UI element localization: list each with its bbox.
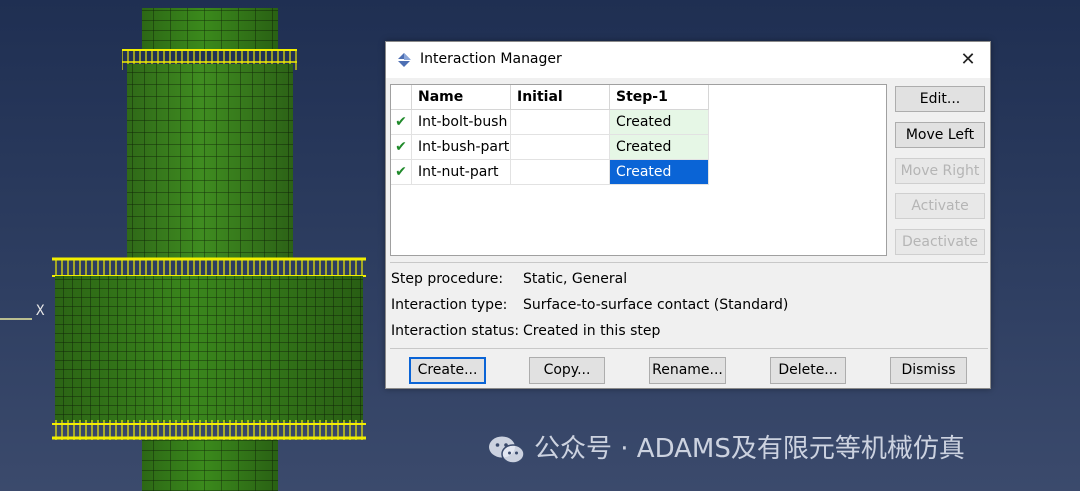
interaction-type-label: Interaction type:: [391, 297, 508, 313]
separator: [390, 348, 988, 349]
interaction-status-row: Interaction status: Created in this step: [391, 323, 660, 339]
bush-upper-body: [127, 64, 293, 260]
table-row[interactable]: ✔ Int-bush-part Created: [391, 134, 709, 160]
column-header-name[interactable]: Name: [411, 85, 511, 110]
separator: [390, 262, 988, 263]
dialog-titlebar[interactable]: Interaction Manager ✕: [386, 42, 990, 78]
rename-button[interactable]: Rename...: [649, 357, 726, 384]
nut-bottom-contact-ring: [52, 420, 366, 440]
column-header-initial[interactable]: Initial: [510, 85, 610, 110]
interaction-manager-dialog: Interaction Manager ✕ Name Initial Step-…: [385, 41, 991, 389]
table-row[interactable]: ✔ Int-bolt-bush Created: [391, 109, 709, 135]
nut-body: [55, 276, 363, 422]
step-procedure-value: Static, General: [523, 271, 628, 287]
interaction-name-cell[interactable]: Int-bolt-bush: [411, 109, 511, 135]
table-row[interactable]: ✔ Int-nut-part Created: [391, 159, 709, 185]
step-procedure-label: Step procedure:: [391, 271, 504, 287]
table-header-row: Name Initial Step-1: [391, 85, 709, 110]
column-header-step-1[interactable]: Step-1: [609, 85, 709, 110]
wechat-icon: [489, 436, 525, 464]
initial-state-cell[interactable]: [510, 159, 610, 185]
copy-button[interactable]: Copy...: [529, 357, 605, 384]
interaction-type-value: Surface-to-surface contact (Standard): [523, 297, 789, 313]
watermark: 公众号 · ADAMS及有限元等机械仿真: [488, 428, 965, 465]
watermark-text: 公众号 · ADAMS及有限元等机械仿真: [534, 434, 965, 464]
active-check-icon[interactable]: ✔: [391, 159, 412, 185]
interaction-type-row: Interaction type: Surface-to-surface cont…: [391, 297, 788, 313]
step-1-state-cell[interactable]: Created: [609, 134, 709, 160]
delete-button[interactable]: Delete...: [770, 357, 846, 384]
activate-button[interactable]: Activate: [895, 193, 985, 219]
interaction-manager-icon: [397, 53, 411, 67]
interaction-status-value: Created in this step: [523, 323, 661, 339]
initial-state-cell[interactable]: [510, 109, 610, 135]
interactions-table[interactable]: Name Initial Step-1 ✔ Int-bolt-bush Crea…: [390, 84, 887, 256]
step-1-state-cell-selected[interactable]: Created: [609, 159, 709, 185]
dialog-title: Interaction Manager: [420, 51, 562, 67]
active-check-icon[interactable]: ✔: [391, 134, 412, 160]
interaction-name-cell[interactable]: Int-nut-part: [411, 159, 511, 185]
x-axis-label: X: [36, 303, 45, 319]
column-header-status: [391, 85, 412, 110]
create-button[interactable]: Create...: [409, 357, 486, 384]
move-left-button[interactable]: Move Left: [895, 122, 985, 148]
bolt-shank-top: [142, 8, 278, 50]
bolt-shank-bottom: [142, 440, 278, 491]
interaction-name-cell[interactable]: Int-bush-part: [411, 134, 511, 160]
interaction-status-label: Interaction status:: [391, 323, 520, 339]
edit-button[interactable]: Edit...: [895, 86, 985, 112]
dismiss-button[interactable]: Dismiss: [890, 357, 967, 384]
deactivate-button[interactable]: Deactivate: [895, 229, 985, 255]
nut-top-contact-ring: [52, 257, 366, 278]
step-procedure-row: Step procedure: Static, General: [391, 271, 627, 287]
close-icon[interactable]: ✕: [956, 48, 980, 72]
active-check-icon[interactable]: ✔: [391, 109, 412, 135]
initial-state-cell[interactable]: [510, 134, 610, 160]
step-1-state-cell[interactable]: Created: [609, 109, 709, 135]
move-right-button[interactable]: Move Right: [895, 158, 985, 184]
